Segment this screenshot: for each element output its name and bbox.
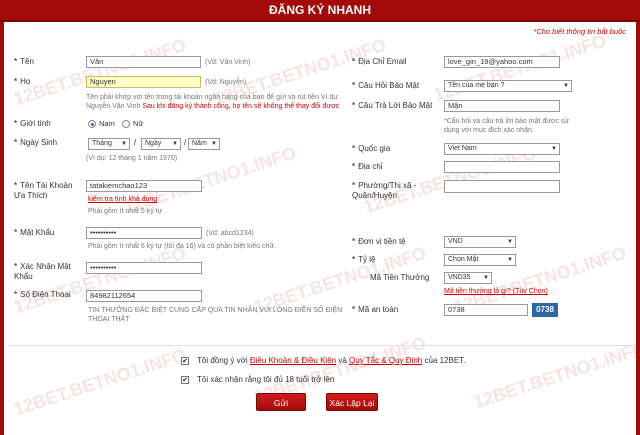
terms-checkbox[interactable]: ✔: [181, 357, 189, 365]
age-checkbox[interactable]: ✔: [181, 376, 189, 384]
security-question-label: * Câu Hỏi Bảo Mật: [352, 81, 420, 90]
security-answer-hint: *Câu hỏi và câu trả lời bảo mật được sử …: [444, 118, 570, 134]
gender-male-radio[interactable]: [88, 120, 96, 128]
captcha-image: 0738: [532, 303, 558, 317]
country-label: * Quốc gia: [352, 144, 391, 153]
rules-link[interactable]: Quy Tắc & Quy Định: [349, 356, 422, 365]
check-availability-link[interactable]: kiểm tra tính khả dụng: [88, 196, 157, 203]
first-name-label: * Tên: [14, 57, 34, 66]
required-note: *Cho biết thông tin bắt buộc: [533, 27, 626, 36]
last-name-hint: (Vd: Nguyễn): [205, 79, 247, 86]
chevron-down-icon: ▼: [121, 141, 127, 147]
username-label: * Tên Tài Khoản Ưa Thích: [14, 181, 73, 200]
chevron-down-icon: ▼: [507, 239, 513, 245]
captcha-label: * Mã an toàn: [352, 305, 399, 314]
odds-label: * Tỷ lệ: [352, 255, 376, 264]
birthday-hint: (Ví dụ: 12 tháng 1 năm 1970): [86, 155, 178, 162]
phone-hint: TIN THƯỞNG ĐẶC BIỆT CUNG CẤP QUA TIN NHẮ…: [88, 307, 343, 323]
reset-button[interactable]: Xác Lập Lại: [326, 393, 378, 411]
ward-label: * Phường/Thị xã - Quận/Huyện: [352, 181, 417, 200]
password-example: (Vd: abcd1234): [206, 230, 254, 237]
gender-female-label: Nữ: [133, 119, 144, 128]
date-separator: /: [134, 138, 137, 147]
gender-male-label: Nam: [99, 119, 115, 128]
form-header: ĐĂNG KÝ NHANH: [0, 0, 640, 22]
birth-day-select[interactable]: Ngày ▼: [141, 138, 181, 150]
first-name-input[interactable]: Văn: [86, 56, 201, 68]
terms-text: Tôi đồng ý với Điều Khoản & Điều Kiện và…: [197, 356, 466, 365]
password-label: * Mật Khẩu: [14, 228, 55, 237]
username-input[interactable]: tatakiemchao123: [86, 180, 202, 192]
chevron-down-icon: ▼: [563, 83, 569, 89]
chevron-down-icon: ▼: [507, 257, 513, 263]
divider: [8, 345, 632, 346]
age-text: Tôi xác nhận rằng tôi đủ 18 tuổi trở lên: [197, 375, 335, 384]
security-answer-label: * Câu Trả Lời Bảo Mật: [352, 101, 433, 110]
odds-select[interactable]: Chọn Mặt ▼: [444, 254, 516, 266]
chevron-down-icon: ▼: [551, 146, 557, 152]
bonus-code-label: Mã Tiền Thưởng: [370, 273, 430, 282]
submit-button[interactable]: Gửi: [256, 393, 306, 411]
first-name-hint: (Vd: Văn Vinh): [205, 59, 251, 66]
gender-female-radio[interactable]: [122, 120, 130, 128]
last-name-label: * Họ: [14, 77, 31, 86]
currency-select[interactable]: VND ▼: [444, 236, 516, 248]
confirm-password-label: * Xác Nhận Mật Khẩu: [14, 262, 71, 281]
terms-link[interactable]: Điều Khoản & Điều Kiện: [250, 356, 336, 365]
address-input[interactable]: [444, 161, 560, 173]
password-input[interactable]: ••••••••••: [86, 227, 202, 239]
phone-input[interactable]: 84982112654: [86, 290, 202, 302]
email-input[interactable]: love_gin_19@yahoo.com: [444, 56, 560, 68]
page-title: ĐĂNG KÝ NHANH: [269, 3, 371, 17]
chevron-down-icon: ▼: [211, 141, 217, 147]
phone-label: * Số Điện Thoại: [14, 290, 71, 299]
password-hint: Phải gồm ít nhất 6 ký tự (tối đa 16) và …: [88, 243, 276, 250]
currency-label: * Đơn vị tiền tệ: [352, 237, 406, 246]
bonus-code-link[interactable]: Mã tiền thưởng là gì? (Tùy Chọn): [444, 288, 548, 295]
captcha-input[interactable]: 0738: [444, 304, 528, 316]
chevron-down-icon: ▼: [483, 275, 489, 281]
username-hint: Phải gồm ít nhất 5 ký tự: [88, 208, 163, 215]
gender-label: * Giới tính: [14, 119, 51, 128]
country-select[interactable]: Viet Nam ▼: [444, 143, 560, 155]
email-label: * Địa Chỉ Email: [352, 57, 407, 66]
confirm-password-input[interactable]: ••••••••••: [86, 262, 202, 274]
birth-month-select[interactable]: Tháng ▼: [88, 138, 130, 150]
birthday-label: * Ngày Sinh: [14, 138, 58, 147]
address-label: * Địa chỉ: [352, 162, 383, 171]
security-answer-input[interactable]: Mận: [444, 100, 560, 112]
bonus-code-select[interactable]: VND35 ▼: [444, 272, 492, 284]
date-separator: /: [184, 138, 187, 147]
security-question-select[interactable]: Tên của mẹ bạn ? ▼: [444, 80, 572, 92]
name-note: Tên phải khớp với tên trong tài khoản ng…: [86, 94, 340, 110]
chevron-down-icon: ▼: [172, 141, 178, 147]
birth-year-select[interactable]: Năm ▼: [188, 138, 220, 150]
last-name-input[interactable]: Nguyen: [86, 76, 201, 88]
ward-input[interactable]: [444, 180, 560, 193]
